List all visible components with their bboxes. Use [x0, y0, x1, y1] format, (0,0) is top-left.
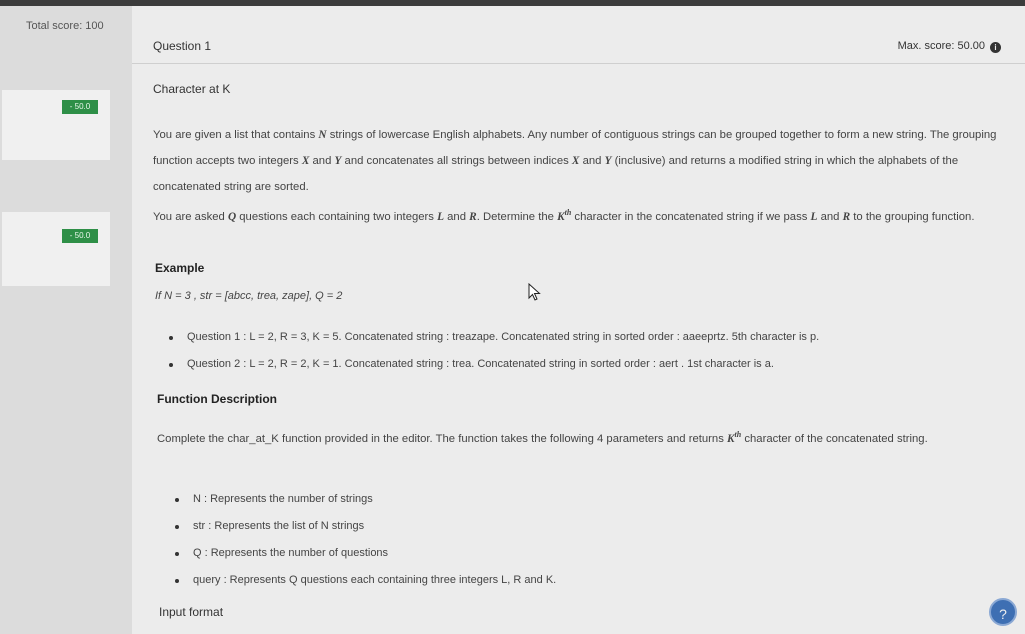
function-description-heading: Function Description — [157, 392, 277, 406]
list-item: Question 2 : L = 2, R = 2, K = 1. Concat… — [169, 351, 819, 378]
question-title: Character at K — [153, 82, 231, 96]
question-card-1[interactable]: - 50.0 — [2, 90, 110, 160]
max-score-label: Max. score: 50.00 — [897, 40, 985, 52]
list-item: Question 1 : L = 2, R = 3, K = 5. Concat… — [169, 324, 819, 351]
question-number: Question 1 — [153, 39, 212, 53]
mouse-cursor-icon — [528, 283, 541, 301]
description-paragraph-1: You are given a list that contains N str… — [153, 129, 997, 193]
sidebar: Total score: 100 - 50.0 - 50.0 — [0, 6, 132, 634]
question-header: Question 1 Max. score: 50.00 i — [132, 6, 1025, 64]
input-format-heading: Input format — [159, 605, 224, 619]
score-badge: - 50.0 — [62, 100, 98, 114]
help-button[interactable]: ? — [989, 598, 1017, 626]
list-item: N : Represents the number of strings — [175, 486, 556, 513]
info-icon[interactable]: i — [990, 42, 1001, 53]
total-score: Total score: 100 — [26, 20, 104, 32]
question-card-2[interactable]: - 50.0 — [2, 212, 110, 286]
parameter-list: N : Represents the number of strings str… — [175, 486, 556, 594]
list-item: Q : Represents the number of questions — [175, 540, 556, 567]
list-item: query : Represents Q questions each cont… — [175, 567, 556, 594]
example-list: Question 1 : L = 2, R = 3, K = 5. Concat… — [169, 324, 819, 378]
example-heading: Example — [155, 261, 205, 275]
example-line: If N = 3 , str = [abcc, trea, zape], Q =… — [155, 290, 343, 302]
list-item: str : Represents the list of N strings — [175, 513, 556, 540]
score-badge: - 50.0 — [62, 229, 98, 243]
max-score: Max. score: 50.00 i — [898, 40, 1001, 53]
description-paragraph-2: You are asked Q questions each containin… — [153, 208, 975, 223]
function-description-text: Complete the char_at_K function provided… — [157, 430, 928, 445]
question-panel: Question 1 Max. score: 50.00 i Character … — [132, 6, 1025, 634]
